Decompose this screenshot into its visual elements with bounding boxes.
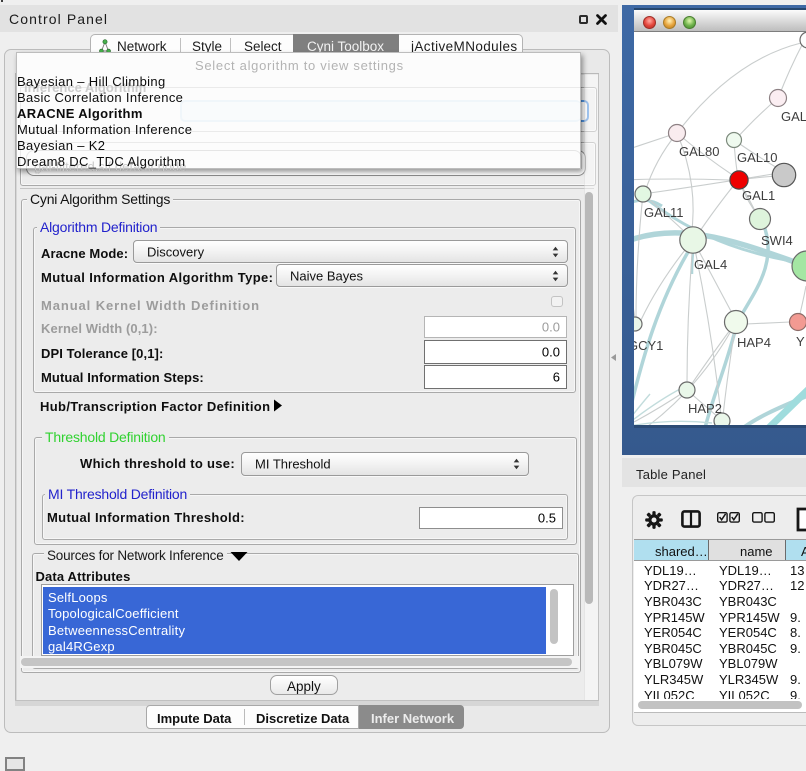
svg-text:HAP2: HAP2 bbox=[688, 401, 722, 416]
svg-text:GAL2: GAL2 bbox=[781, 109, 806, 124]
svg-text:GAL1: GAL1 bbox=[742, 188, 775, 203]
svg-text:GAL4: GAL4 bbox=[694, 257, 727, 272]
svg-text:Y: Y bbox=[796, 334, 805, 349]
svg-text:GAL10: GAL10 bbox=[737, 150, 777, 165]
svg-text:GAL80: GAL80 bbox=[679, 144, 719, 159]
svg-text:HAP4: HAP4 bbox=[737, 335, 771, 350]
svg-text:GAL11: GAL11 bbox=[644, 205, 684, 220]
svg-text:GCY1: GCY1 bbox=[634, 338, 663, 353]
svg-text:SWI4: SWI4 bbox=[761, 233, 793, 248]
